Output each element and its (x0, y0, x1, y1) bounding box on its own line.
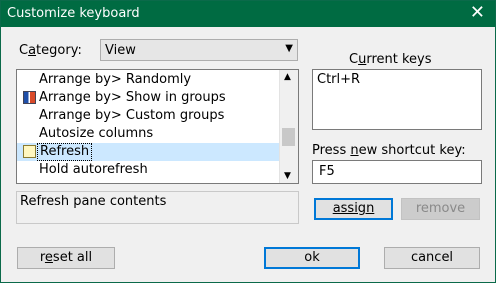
new-shortcut-label: Press new shortcut key: (312, 143, 466, 158)
list-item[interactable]: Arrange by> Randomly (17, 71, 279, 89)
current-keys-label: Current keys (349, 52, 432, 67)
command-list[interactable]: Arrange by> Randomly Arrange by> Show in… (16, 69, 299, 184)
ok-button[interactable]: ok (264, 247, 360, 269)
current-key-value: Ctrl+R (317, 72, 361, 87)
category-label: Category: (19, 43, 82, 58)
scroll-up-icon[interactable]: ▲ (284, 72, 291, 82)
current-keys-box: Ctrl+R (312, 69, 482, 130)
remove-button: remove (401, 198, 480, 220)
assign-button[interactable]: assign (314, 198, 393, 220)
reset-all-button[interactable]: reset all (17, 247, 115, 269)
title-bar: Customize keyboard ✕ (1, 1, 495, 27)
category-value: View (105, 43, 136, 58)
command-description: Refresh pane contents (16, 191, 299, 224)
new-shortcut-input[interactable]: F5 (312, 160, 482, 184)
category-select[interactable]: View ▼ (100, 39, 298, 61)
scroll-thumb[interactable] (282, 128, 295, 146)
list-item[interactable]: Hold autorefresh (17, 161, 279, 179)
list-item-selected[interactable]: Refresh (17, 143, 279, 161)
show-in-groups-icon (23, 91, 36, 104)
list-scrollbar[interactable]: ▲ ▼ (279, 70, 298, 183)
cancel-button[interactable]: cancel (384, 247, 480, 269)
list-item[interactable]: Autosize columns (17, 125, 279, 143)
close-icon[interactable]: ✕ (470, 3, 485, 23)
list-item[interactable]: Arrange by> Show in groups (17, 89, 279, 107)
list-item[interactable]: Arrange by> Custom groups (17, 107, 279, 125)
window-title: Customize keyboard (7, 6, 140, 21)
refresh-icon (23, 145, 36, 158)
scroll-down-icon[interactable]: ▼ (284, 171, 291, 181)
customize-keyboard-dialog: Customize keyboard ✕ Category: View ▼ Ar… (0, 0, 496, 283)
chevron-down-icon: ▼ (285, 43, 293, 54)
